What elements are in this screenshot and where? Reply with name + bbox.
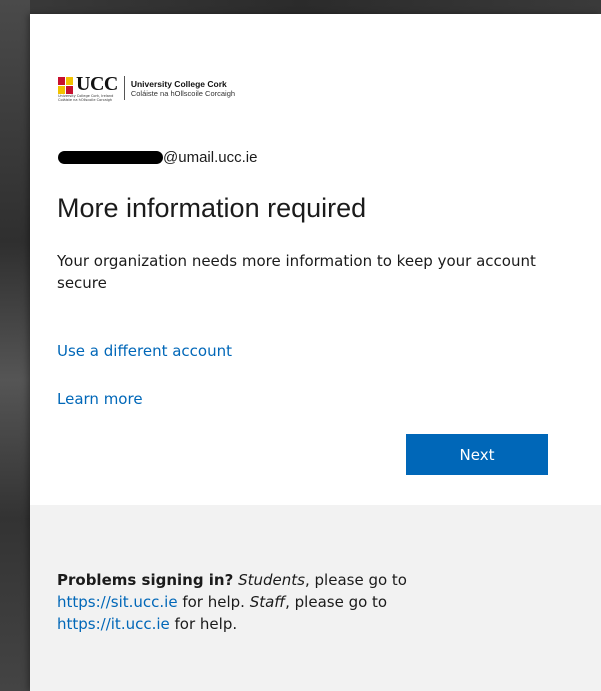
problems-signing-in-label: Problems signing in? [57, 571, 234, 589]
learn-more-link[interactable]: Learn more [57, 390, 143, 408]
it-help-link[interactable]: https://it.ucc.ie [57, 615, 170, 633]
redacted-username [58, 150, 163, 164]
ucc-crest-icon [58, 77, 73, 94]
account-identity: @umail.ucc.ie [58, 144, 257, 170]
email-domain: @umail.ucc.ie [163, 148, 258, 166]
footer-text-segment: , please go to [285, 593, 388, 611]
staff-label: Staff [249, 593, 286, 611]
background-left [0, 0, 30, 691]
next-button[interactable]: Next [406, 434, 548, 475]
page-description: Your organization needs more information… [57, 252, 536, 292]
footer-text-segment: , please go to [304, 571, 407, 589]
logo-wordmark: UCC [76, 73, 118, 95]
footer-help-text: Problems signing in? Students, please go… [57, 569, 557, 635]
page-title: More information required [57, 193, 367, 223]
logo-university-name: University College Cork [130, 78, 227, 89]
footer-help-panel: Problems signing in? Students, please go… [30, 505, 601, 691]
logo-irish-name: Coláiste na hOllscoile Corcaigh [130, 88, 236, 98]
logo-mark: UCC University College Cork, Ireland Col… [58, 74, 118, 102]
footer-text-segment: for help. [177, 593, 250, 611]
ucc-logo: UCC University College Cork, Ireland Col… [58, 68, 235, 108]
students-label: Students [238, 571, 305, 589]
use-different-account-link[interactable]: Use a different account [57, 342, 232, 360]
sit-help-link[interactable]: https://sit.ucc.ie [57, 593, 178, 611]
logo-small-line2: Coláiste na hOllscoile Corcaigh [58, 98, 113, 102]
logo-divider [123, 76, 125, 100]
background-top [0, 0, 601, 14]
footer-text-segment: for help. [169, 615, 238, 633]
